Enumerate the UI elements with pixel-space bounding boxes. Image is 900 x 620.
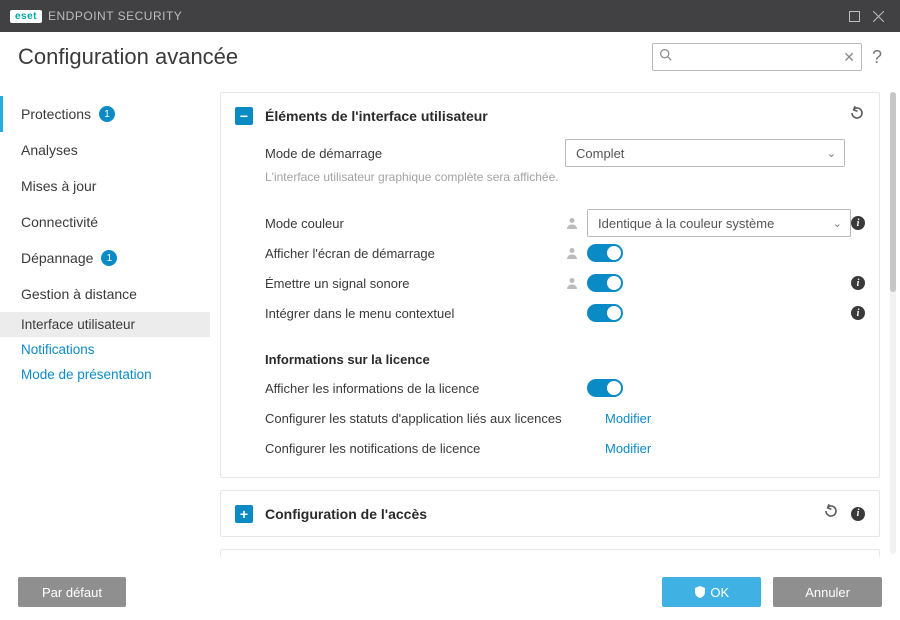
cancel-button[interactable]: Annuler [773,577,882,607]
show-license-toggle[interactable] [587,379,623,397]
context-label: Intégrer dans le menu contextuel [265,306,565,321]
revert-icon[interactable] [849,105,865,126]
panel-header[interactable]: + Configuration de l'accès i [221,491,879,536]
sidebar-item-label: Notifications [21,342,95,357]
row-config-notif: Configurer les notifications de licence … [265,433,865,463]
search-input[interactable] [653,44,861,70]
start-mode-select[interactable]: Complet ⌄ [565,139,845,167]
close-icon[interactable] [866,4,890,28]
sidebar-item-label: Interface utilisateur [21,317,135,332]
config-status-label: Configurer les statuts d'application lié… [265,411,605,426]
maximize-icon[interactable] [842,4,866,28]
beep-label: Émettre un signal sonore [265,276,565,291]
row-beep: Émettre un signal sonore i [265,268,865,298]
info-icon[interactable]: i [851,216,865,230]
scrollbar-thumb[interactable] [890,92,896,292]
config-notif-label: Configurer les notifications de licence [265,441,605,456]
sidebar-item-protections[interactable]: Protections 1 [0,96,210,132]
start-mode-label: Mode de démarrage [265,146,565,161]
user-icon [565,246,579,260]
sidebar-item-label: Mises à jour [21,178,96,194]
sidebar-item-analyses[interactable]: Analyses [0,132,210,168]
panel-header[interactable]: − Éléments de l'interface utilisateur [221,93,879,138]
row-context-menu: Intégrer dans le menu contextuel i [265,298,865,328]
footer: Par défaut OK Annuler [0,564,900,620]
row-splash: Afficher l'écran de démarrage [265,238,865,268]
product-name: ENDPOINT SECURITY [48,9,182,23]
panel-title: Éléments de l'interface utilisateur [265,108,837,124]
brand: eset ENDPOINT SECURITY [10,9,182,23]
sidebar-sub-notifications[interactable]: Notifications [0,337,210,362]
search-icon [659,48,672,66]
info-icon[interactable]: i [851,306,865,320]
select-value: Complet [576,146,624,161]
user-icon [565,216,579,230]
default-button[interactable]: Par défaut [18,577,126,607]
search-box[interactable]: ✕ [652,43,862,71]
beep-toggle[interactable] [587,274,623,292]
sidebar-item-label: Protections [21,106,91,122]
page-title: Configuration avancée [18,44,652,70]
titlebar: eset ENDPOINT SECURITY [0,0,900,32]
splash-label: Afficher l'écran de démarrage [265,246,565,261]
sidebar-item-updates[interactable]: Mises à jour [0,168,210,204]
badge: 1 [101,250,117,266]
modify-link[interactable]: Modifier [605,411,651,426]
chevron-down-icon: ⌄ [827,147,836,160]
sidebar-item-label: Analyses [21,142,78,158]
splash-toggle[interactable] [587,244,623,262]
clear-search-icon[interactable]: ✕ [843,49,855,66]
user-icon [565,276,579,290]
help-icon[interactable]: ? [872,47,882,68]
brand-logo: eset [10,10,42,23]
expand-icon[interactable]: + [235,505,253,523]
chevron-down-icon: ⌄ [833,217,842,230]
ok-label: OK [710,585,729,600]
shield-icon [694,586,706,598]
show-license-label: Afficher les informations de la licence [265,381,565,396]
row-config-status: Configurer les statuts d'application lié… [265,403,865,433]
sidebar-item-label: Gestion à distance [21,286,137,302]
content: − Éléments de l'interface utilisateur Mo… [210,82,900,564]
sidebar-sub-interface[interactable]: Interface utilisateur [0,312,210,337]
row-show-license: Afficher les informations de la licence [265,373,865,403]
sidebar-item-remote[interactable]: Gestion à distance [0,276,210,312]
color-mode-select[interactable]: Identique à la couleur système ⌄ [587,209,851,237]
header: Configuration avancée ✕ ? [0,32,900,82]
license-subhead: Informations sur la licence [265,352,865,367]
panel-title: Configuration de l'accès [265,506,811,522]
info-icon[interactable]: i [851,507,865,521]
context-toggle[interactable] [587,304,623,322]
select-value: Identique à la couleur système [598,216,774,231]
sidebar-item-troubleshoot[interactable]: Dépannage 1 [0,240,210,276]
sidebar-item-label: Dépannage [21,250,93,266]
color-mode-label: Mode couleur [265,216,565,231]
revert-icon[interactable] [823,503,839,524]
sidebar: Protections 1 Analyses Mises à jour Conn… [0,82,210,564]
panel-cutoff [220,549,880,557]
row-color-mode: Mode couleur Identique à la couleur syst… [265,208,865,238]
modify-link[interactable]: Modifier [605,441,651,456]
sidebar-sub-presentation[interactable]: Mode de présentation [0,362,210,387]
sidebar-item-label: Connectivité [21,214,98,230]
info-icon[interactable]: i [851,276,865,290]
badge: 1 [99,106,115,122]
row-start-mode: Mode de démarrage Complet ⌄ [265,138,865,168]
collapse-icon[interactable]: − [235,107,253,125]
start-mode-hint: L'interface utilisateur graphique complè… [265,170,865,184]
panel-ui-elements: − Éléments de l'interface utilisateur Mo… [220,92,880,478]
sidebar-item-connectivity[interactable]: Connectivité [0,204,210,240]
panel-access-config: + Configuration de l'accès i [220,490,880,537]
ok-button[interactable]: OK [662,577,761,607]
sidebar-item-label: Mode de présentation [21,367,152,382]
